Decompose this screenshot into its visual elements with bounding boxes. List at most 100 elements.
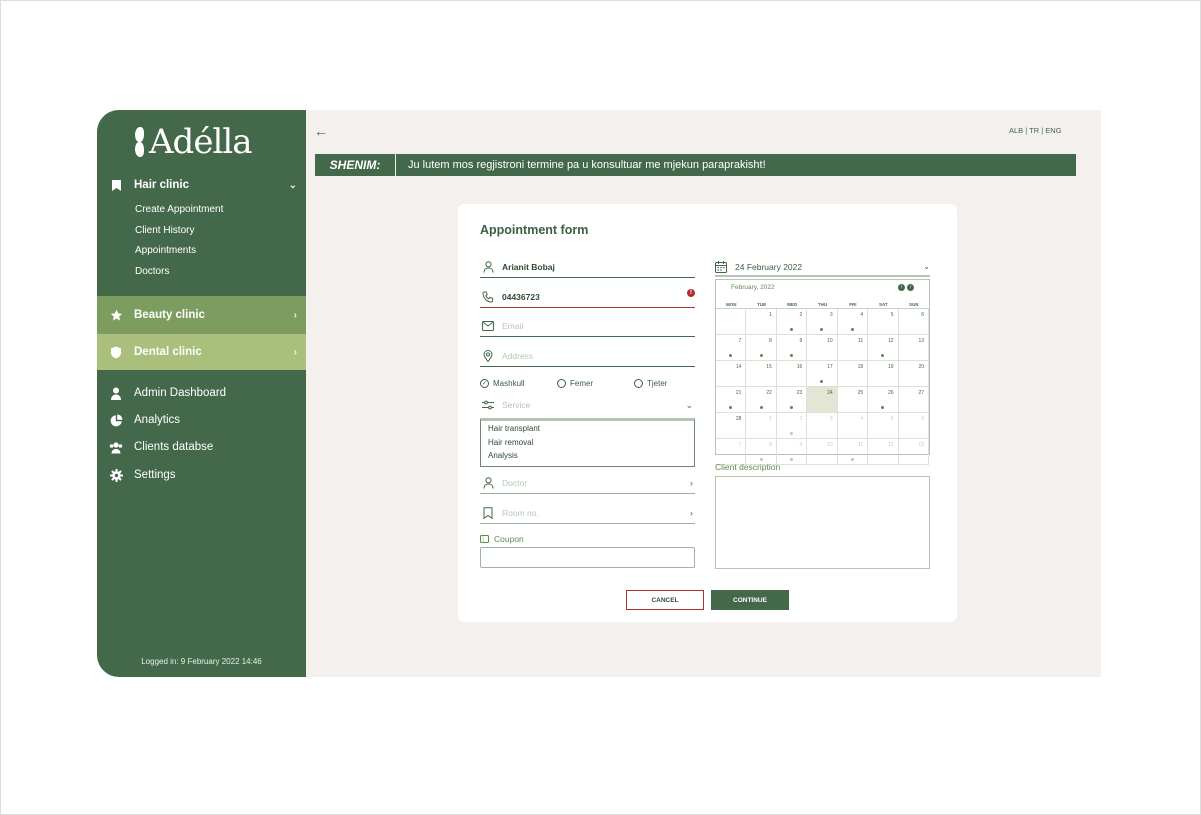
calendar-day[interactable]: 20 xyxy=(898,361,929,387)
chevron-down-icon[interactable]: ⌄ xyxy=(923,262,930,271)
calendar-day[interactable]: 4 xyxy=(837,413,869,439)
calendar-day[interactable]: 2 xyxy=(776,413,808,439)
sidebar-item-appointments[interactable]: Appointments xyxy=(135,245,196,256)
calendar-day[interactable]: 11 xyxy=(837,335,869,361)
service-option-hair-removal[interactable]: Hair removal xyxy=(488,438,533,447)
chevron-right-icon[interactable]: › xyxy=(690,478,693,488)
room-placeholder: Room no. xyxy=(502,507,539,518)
calendar-day[interactable]: 5 xyxy=(868,309,899,335)
appointment-dot xyxy=(881,354,885,357)
gender-option-mashkull[interactable]: ✓ Mashkull xyxy=(480,379,525,388)
calendar-day[interactable]: 9 xyxy=(776,335,808,361)
language-switcher[interactable]: ALB | TR | ENG xyxy=(1009,126,1062,135)
calendar-day[interactable]: 12 xyxy=(868,439,899,465)
calendar-day[interactable]: 10 xyxy=(807,439,838,465)
check-circle-icon[interactable]: ✓ xyxy=(480,379,489,388)
calendar-day[interactable]: 27 xyxy=(898,387,929,413)
calendar-day[interactable]: 22 xyxy=(746,387,777,413)
service-option-hair-transplant[interactable]: Hair transplant xyxy=(488,424,540,433)
back-arrow-icon[interactable]: ← xyxy=(314,123,328,139)
calendar-day[interactable]: 6 xyxy=(898,413,929,439)
sidebar-section-beauty-clinic[interactable]: Beauty clinic › xyxy=(97,296,306,334)
brand-logo[interactable]: Adélla xyxy=(133,122,252,162)
sidebar-item-clients-database[interactable]: Clients databse xyxy=(97,440,213,454)
appointment-dot xyxy=(790,354,794,357)
continue-button[interactable]: CONTINUE xyxy=(711,590,789,610)
calendar-day[interactable]: 17 xyxy=(807,361,838,387)
appointment-dot xyxy=(790,458,794,461)
sidebar-item-doctors[interactable]: Doctors xyxy=(135,266,169,277)
chevron-right-icon[interactable]: › xyxy=(690,508,693,518)
calendar-day[interactable]: 14 xyxy=(716,361,747,387)
calendar-day[interactable]: 13 xyxy=(898,335,929,361)
calendar-day[interactable]: 23 xyxy=(776,387,808,413)
calendar-day[interactable]: 25 xyxy=(837,387,869,413)
calendar-day[interactable]: 9 xyxy=(776,439,808,465)
chevron-right-icon[interactable]: › xyxy=(294,347,297,358)
calendar-day[interactable]: 3 xyxy=(807,413,838,439)
prev-month-icon[interactable]: ‹ xyxy=(898,284,905,291)
chevron-right-icon[interactable]: › xyxy=(294,310,297,321)
calendar-day[interactable]: 21 xyxy=(716,387,747,413)
calendar-weekday: MON xyxy=(725,302,737,307)
room-select[interactable]: Room no. › xyxy=(480,502,695,524)
service-placeholder: Service xyxy=(502,400,531,410)
calendar-day[interactable]: 8 xyxy=(746,335,777,361)
calendar-day[interactable]: 7 xyxy=(716,335,747,361)
calendar-day[interactable]: 1 xyxy=(746,309,777,335)
calendar-weekday: SUN xyxy=(909,302,919,307)
calendar-day[interactable]: 4 xyxy=(837,309,869,335)
doctor-select[interactable]: Doctor › xyxy=(480,472,695,494)
calendar-weekdays: MON TUE WED THU FRI SAT SUN xyxy=(716,300,929,309)
calendar-day[interactable]: 12 xyxy=(868,335,899,361)
chevron-down-icon[interactable]: ⌄ xyxy=(685,400,693,411)
calendar-day[interactable]: 11 xyxy=(837,439,869,465)
client-description-textarea[interactable] xyxy=(715,476,930,569)
date-picker[interactable]: 24 February 2022 ⌄ xyxy=(715,259,930,277)
sidebar-item-admin-dashboard[interactable]: Admin Dashboard xyxy=(97,386,226,400)
gender-option-femer[interactable]: Femer xyxy=(557,379,593,388)
calendar-day[interactable]: 16 xyxy=(776,361,808,387)
email-field[interactable]: Email xyxy=(480,315,695,337)
calendar-day[interactable]: 3 xyxy=(807,309,838,335)
sidebar-item-create-appointment[interactable]: Create Appointment xyxy=(135,204,223,215)
coupon-input[interactable] xyxy=(480,547,695,568)
phone-field[interactable]: 04436723 ! xyxy=(480,286,695,308)
sidebar-item-analytics[interactable]: Analytics xyxy=(97,413,180,427)
nav-label: Admin Dashboard xyxy=(134,387,227,399)
cancel-button[interactable]: CANCEL xyxy=(626,590,704,610)
appointment-dot xyxy=(820,380,824,383)
name-field[interactable]: Arianit Bobaj xyxy=(480,256,695,278)
calendar-day[interactable]: 28 xyxy=(716,413,747,439)
next-month-icon[interactable]: › xyxy=(907,284,914,291)
calendar-day[interactable]: 5 xyxy=(868,413,899,439)
calendar-day[interactable]: 1 xyxy=(746,413,777,439)
calendar-day[interactable]: 18 xyxy=(837,361,869,387)
sidebar-item-client-history[interactable]: Client History xyxy=(135,225,194,236)
calendar-day[interactable]: 13 xyxy=(898,439,929,465)
nav-label: Clients databse xyxy=(134,441,214,453)
calendar-day-number: 1 xyxy=(769,312,772,318)
gender-option-label: Tjeter xyxy=(647,379,668,388)
calendar-day-number: 3 xyxy=(829,416,833,422)
sidebar-section-dental-clinic[interactable]: Dental clinic › xyxy=(97,334,306,370)
sidebar-item-settings[interactable]: Settings xyxy=(97,468,176,482)
radio-button[interactable] xyxy=(634,379,643,388)
calendar-month-label: February, 2022 xyxy=(731,284,775,291)
calendar-day[interactable]: 10 xyxy=(807,335,838,361)
service-select[interactable]: Service ⌄ xyxy=(480,396,695,414)
chevron-down-icon[interactable]: ⌄ xyxy=(289,180,297,191)
calendar-day-selected[interactable]: 24 xyxy=(807,387,838,413)
calendar-day[interactable] xyxy=(716,309,747,335)
service-option-analysis[interactable]: Analysis xyxy=(488,451,518,460)
calendar-day[interactable]: 6 xyxy=(898,309,929,335)
sidebar-section-hair-clinic[interactable]: Hair clinic ⌄ xyxy=(97,176,306,194)
calendar-day-number: 2 xyxy=(799,416,803,422)
calendar-day[interactable]: 19 xyxy=(868,361,899,387)
calendar-day[interactable]: 2 xyxy=(776,309,808,335)
gender-option-tjeter[interactable]: Tjeter xyxy=(634,379,667,388)
calendar-day[interactable]: 15 xyxy=(746,361,777,387)
calendar-day[interactable]: 26 xyxy=(868,387,899,413)
address-field[interactable]: Address xyxy=(480,345,695,367)
radio-button[interactable] xyxy=(557,379,566,388)
